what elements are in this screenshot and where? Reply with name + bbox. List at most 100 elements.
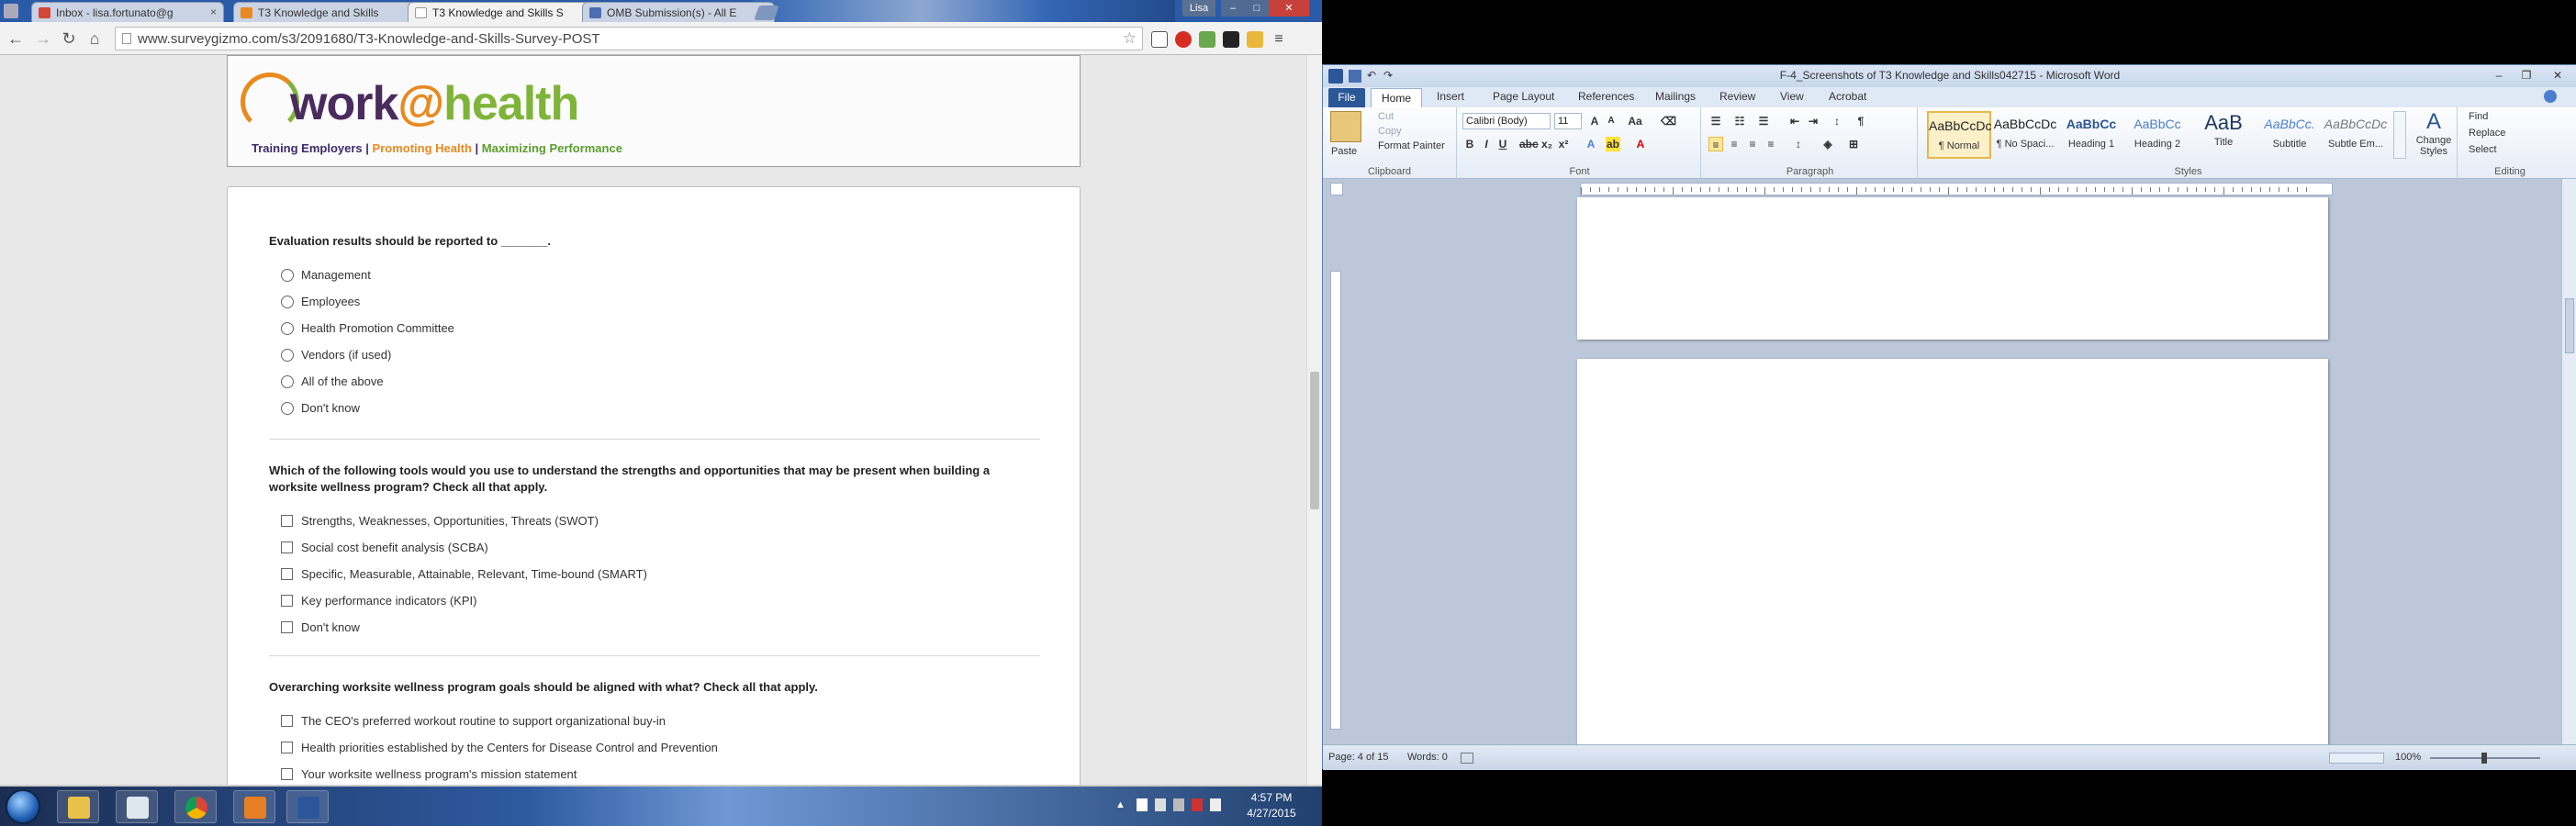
- change-case-icon[interactable]: Aa: [1628, 114, 1642, 128]
- user-badge[interactable]: Lisa: [1182, 0, 1215, 17]
- select-button[interactable]: Select: [2469, 144, 2497, 155]
- scrollbar-thumb[interactable]: [2565, 298, 2574, 353]
- radio-button[interactable]: [281, 375, 294, 388]
- scrollbar-thumb[interactable]: [1310, 372, 1319, 509]
- taskbar-documents[interactable]: [116, 790, 158, 823]
- style-title[interactable]: AaB Title: [2191, 111, 2256, 159]
- italic-icon[interactable]: I: [1479, 137, 1494, 151]
- zoom-slider-handle[interactable]: [2481, 753, 2487, 764]
- clock[interactable]: 4:57 PM 4/27/2015: [1235, 790, 1308, 821]
- tab-survey-1[interactable]: T3 Knowledge and Skills ×: [233, 2, 426, 22]
- minimize-icon[interactable]: –: [1221, 0, 1245, 17]
- checkbox[interactable]: [281, 595, 293, 607]
- cut-button[interactable]: Cut: [1378, 111, 1394, 122]
- minimize-icon[interactable]: –: [2487, 67, 2511, 84]
- tab-acrobat[interactable]: Acrobat: [1829, 90, 1866, 103]
- page-count[interactable]: Page: 4 of 15: [1328, 752, 1388, 763]
- evernote-icon[interactable]: [1199, 31, 1215, 48]
- word-count[interactable]: Words: 0: [1407, 752, 1448, 763]
- horizontal-ruler[interactable]: [1580, 183, 2333, 195]
- page-info-icon[interactable]: [122, 33, 131, 44]
- close-tab-icon[interactable]: ×: [210, 6, 217, 18]
- adblock-icon[interactable]: [1175, 31, 1192, 48]
- tab-selector-icon[interactable]: [1330, 183, 1343, 195]
- align-left-icon[interactable]: ≡: [1708, 137, 1723, 151]
- flag-icon[interactable]: [1137, 798, 1148, 811]
- paste-button[interactable]: Paste: [1331, 146, 1357, 157]
- radio-button[interactable]: [281, 322, 294, 335]
- align-center-icon[interactable]: ≡: [1727, 137, 1742, 151]
- address-bar[interactable]: www.surveygizmo.com/s3/2091680/T3-Knowle…: [115, 27, 1143, 50]
- replace-button[interactable]: Replace: [2469, 128, 2505, 139]
- borders-icon[interactable]: ⊞: [1846, 137, 1861, 151]
- superscript-icon[interactable]: x²: [1556, 137, 1571, 151]
- style-subtitle[interactable]: AaBbCc. Subtitle: [2257, 111, 2322, 159]
- volume-icon[interactable]: [1210, 798, 1221, 811]
- tray-expand-icon[interactable]: ▲: [1115, 799, 1126, 810]
- proofing-icon[interactable]: [1461, 753, 1473, 764]
- checkbox[interactable]: [281, 515, 293, 527]
- tab-review[interactable]: Review: [1719, 90, 1755, 103]
- tab-omb[interactable]: OMB Submission(s) - All E ×: [582, 2, 775, 22]
- vertical-ruler[interactable]: [1330, 271, 1341, 730]
- numbering-icon[interactable]: ☷: [1732, 114, 1747, 128]
- lastpass-icon[interactable]: [1247, 31, 1263, 48]
- bullets-icon[interactable]: ☰: [1708, 114, 1723, 128]
- back-icon[interactable]: ←: [6, 28, 26, 49]
- tab-insert[interactable]: Insert: [1437, 90, 1464, 103]
- grow-font-icon[interactable]: A: [1587, 114, 1602, 128]
- checkbox[interactable]: [281, 541, 293, 553]
- tab-mailings[interactable]: Mailings: [1655, 90, 1696, 103]
- bookmark-star-icon[interactable]: ☆: [1123, 29, 1137, 48]
- home-icon[interactable]: ⌂: [84, 28, 105, 49]
- underline-icon[interactable]: U: [1495, 137, 1510, 151]
- checkbox[interactable]: [281, 715, 293, 727]
- radio-button[interactable]: [281, 349, 294, 362]
- justify-icon[interactable]: ≡: [1764, 137, 1778, 151]
- tab-home[interactable]: Home: [1371, 88, 1422, 107]
- change-styles-button[interactable]: A Change Styles: [2414, 109, 2454, 161]
- radio-button[interactable]: [281, 402, 294, 415]
- subscript-icon[interactable]: x₂: [1540, 137, 1554, 151]
- tab-page-layout[interactable]: Page Layout: [1493, 90, 1554, 103]
- checkbox[interactable]: [281, 568, 293, 580]
- sort-icon[interactable]: ↕: [1830, 114, 1844, 128]
- line-spacing-icon[interactable]: ↕: [1791, 137, 1806, 151]
- taskbar-explorer[interactable]: [57, 790, 99, 823]
- style-normal[interactable]: AaBbCcDc ¶ Normal: [1927, 111, 1991, 159]
- tab-survey-active[interactable]: T3 Knowledge and Skills S ×: [408, 2, 600, 22]
- text-effects-icon[interactable]: A: [1584, 137, 1598, 151]
- checkbox[interactable]: [281, 742, 293, 753]
- tab-references[interactable]: References: [1578, 90, 1634, 103]
- document-page[interactable]: [1577, 197, 2328, 340]
- shading-icon[interactable]: ◈: [1820, 137, 1835, 151]
- copy-button[interactable]: Copy: [1378, 126, 1402, 137]
- clear-formatting-icon[interactable]: ⌫: [1661, 114, 1676, 128]
- cast-icon[interactable]: [1151, 31, 1168, 48]
- shrink-font-icon[interactable]: A: [1604, 114, 1618, 128]
- reload-icon[interactable]: ↻: [59, 28, 79, 49]
- radio-button[interactable]: [281, 296, 294, 308]
- chrome-menu-icon[interactable]: [4, 4, 18, 18]
- format-painter-button[interactable]: Format Painter: [1378, 140, 1445, 151]
- styles-scroll-arrows[interactable]: [2393, 111, 2406, 159]
- menu-icon[interactable]: ≡: [1271, 31, 1287, 48]
- start-button[interactable]: [6, 789, 40, 824]
- style-heading-1[interactable]: AaBbCc Heading 1: [2059, 111, 2123, 159]
- highlight-icon[interactable]: ab: [1606, 137, 1620, 151]
- tab-view[interactable]: View: [1780, 90, 1804, 103]
- tab-file[interactable]: File: [1328, 88, 1365, 107]
- taskbar-outlook[interactable]: [233, 790, 275, 823]
- show-formatting-icon[interactable]: ¶: [1854, 114, 1868, 128]
- zoom-level[interactable]: 100%: [2395, 752, 2421, 763]
- document-page[interactable]: [1577, 359, 2328, 744]
- find-button[interactable]: Find: [2469, 111, 2488, 122]
- help-icon[interactable]: [2544, 90, 2557, 103]
- radio-button[interactable]: [281, 269, 294, 282]
- style-subtle-emphasis[interactable]: AaBbCcDc Subtle Em...: [2324, 111, 2388, 159]
- page-scrollbar[interactable]: [1306, 55, 1322, 785]
- font-name-dropdown[interactable]: Calibri (Body): [1462, 113, 1551, 129]
- alert-icon[interactable]: [1192, 798, 1203, 811]
- checkbox[interactable]: [281, 621, 293, 633]
- checkbox[interactable]: [281, 768, 293, 780]
